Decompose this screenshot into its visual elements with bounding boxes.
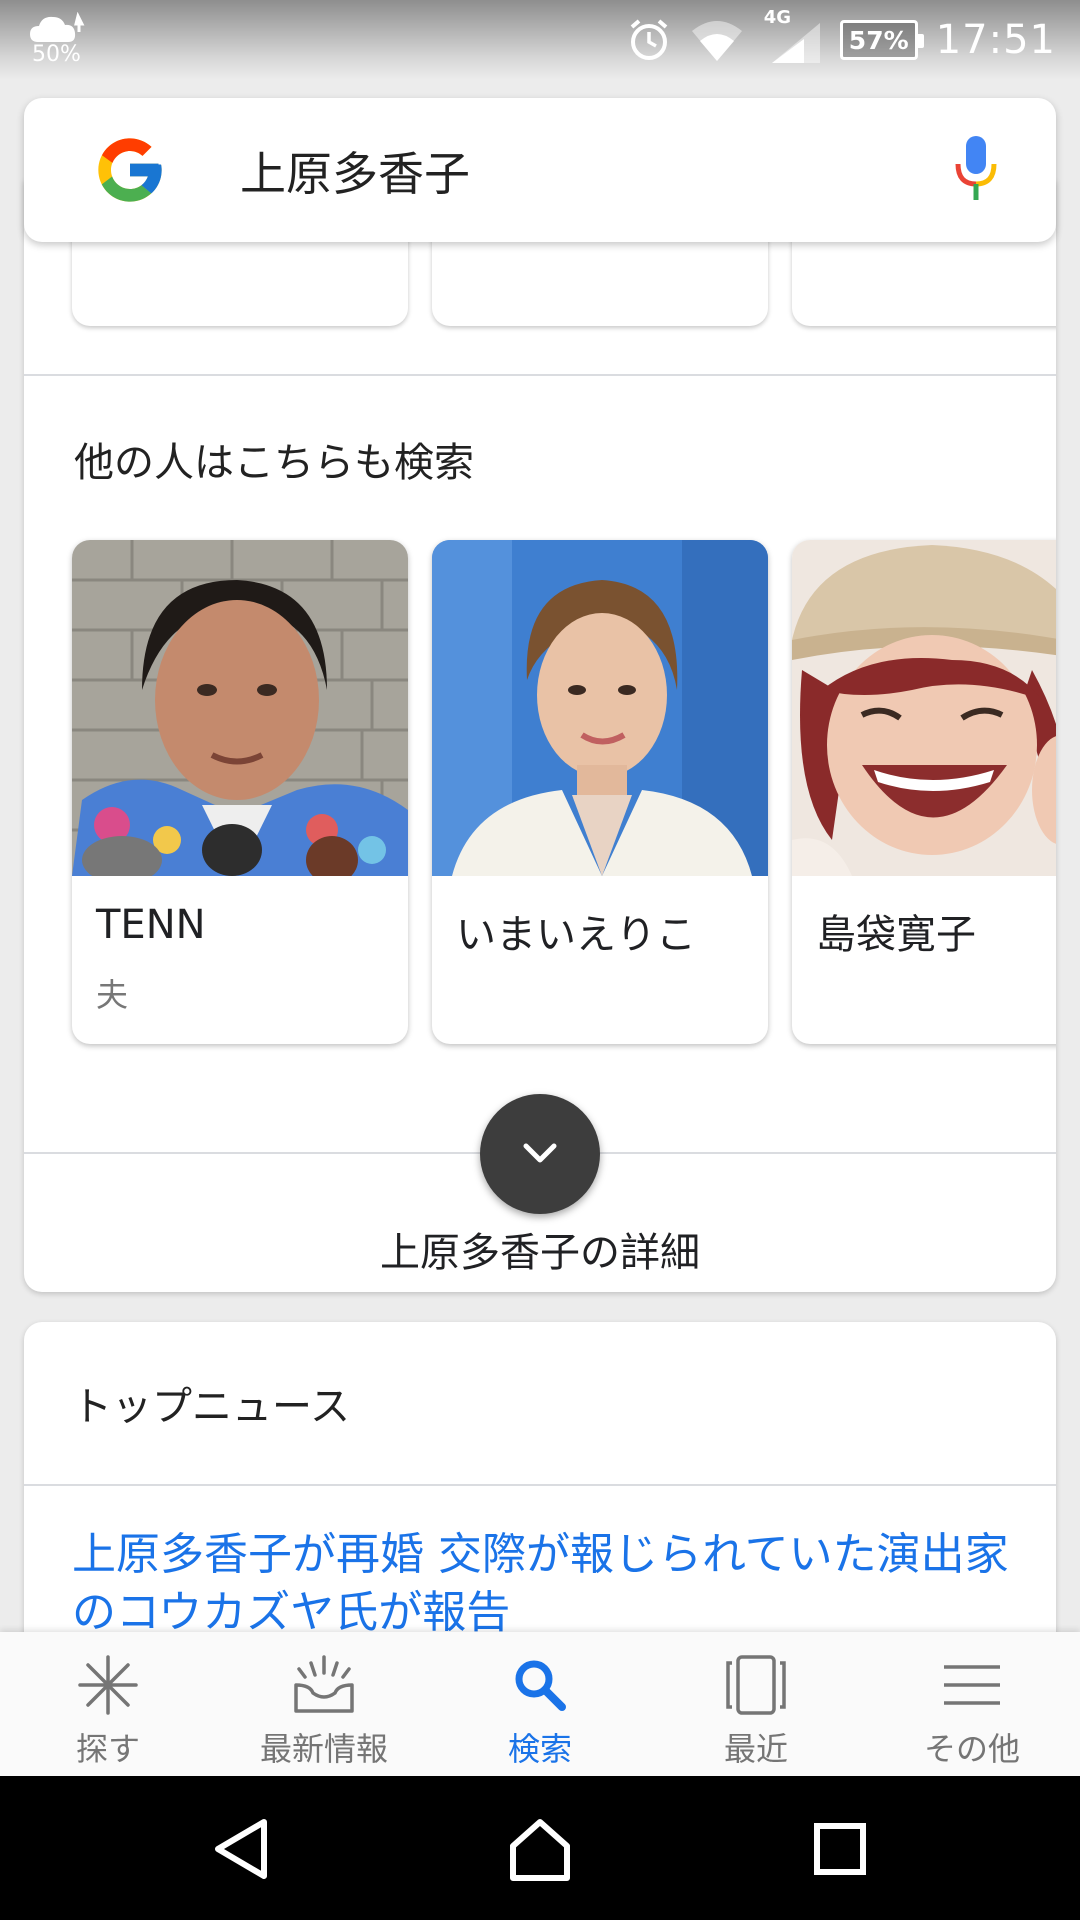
person-photo <box>72 540 408 876</box>
signal-icon <box>771 23 820 63</box>
nav-more[interactable]: その他 <box>864 1632 1080 1776</box>
related-people-carousel[interactable]: TENN 夫 いまいえりこ 島袋寛子 <box>72 540 1056 1046</box>
wifi-icon <box>691 21 742 61</box>
alarm-icon <box>630 19 668 60</box>
knowledge-panel-card: 他の人はこちらも検索 TENN 夫 いまいえりこ 島袋寛子 上原多香子の詳細 <box>24 180 1056 1292</box>
person-name: 島袋寛子 <box>816 912 976 958</box>
clock: 17:51 <box>935 17 1056 63</box>
overview-icon[interactable] <box>805 1814 875 1884</box>
person-card-tenn[interactable]: TENN 夫 <box>72 540 408 1044</box>
cell-signal: 4G <box>762 7 822 65</box>
recent-cards-icon <box>726 1655 786 1715</box>
weather-percent: 50% <box>32 42 81 67</box>
back-icon[interactable] <box>206 1814 276 1884</box>
bottom-navigation: 探す 最新情報 検索 最近 その他 <box>0 1632 1080 1776</box>
microphone-icon[interactable] <box>954 134 998 202</box>
person-card-shimabukuro-hiroko[interactable]: 島袋寛子 <box>792 540 1056 1044</box>
search-input[interactable]: 上原多香子 <box>240 138 470 204</box>
search-bar[interactable]: 上原多香子 <box>24 98 1056 242</box>
nav-recent[interactable]: 最近 <box>648 1632 864 1776</box>
asterisk-icon <box>78 1655 138 1715</box>
nav-label: 最新情報 <box>259 1730 388 1768</box>
nav-search[interactable]: 検索 <box>432 1632 648 1776</box>
person-relation: 夫 <box>96 976 129 1014</box>
news-headline-link[interactable]: 上原多香子が再婚 交際が報じられていた演出家のコウカズヤ氏が報告 <box>72 1526 1032 1642</box>
menu-icon <box>944 1665 1000 1705</box>
google-logo-icon <box>98 138 162 202</box>
expand-button[interactable] <box>480 1094 600 1214</box>
nav-label: 検索 <box>507 1730 572 1768</box>
person-name: TENN <box>96 902 206 948</box>
updates-tray-icon <box>294 1655 354 1713</box>
home-icon[interactable] <box>505 1814 575 1884</box>
chevron-down-icon <box>523 1143 557 1163</box>
battery-indicator: 57% <box>839 20 924 60</box>
details-link[interactable]: 上原多香子の詳細 <box>24 1220 1056 1278</box>
system-navigation-bar <box>0 1776 1080 1920</box>
top-news-title: トップニュース <box>72 1384 350 1430</box>
cloud-icon <box>30 11 85 42</box>
nav-label: 探す <box>75 1730 140 1768</box>
person-name: いまいえりこ <box>456 912 696 958</box>
divider <box>24 374 1056 376</box>
search-icon <box>515 1660 566 1711</box>
weather-indicator: 50% <box>28 11 98 67</box>
related-searches-title: 他の人はこちらも検索 <box>74 440 474 486</box>
person-photo <box>792 540 1056 876</box>
person-card-imai-eriko[interactable]: いまいえりこ <box>432 540 768 1044</box>
status-bar: 50% 4G 57% 17:51 <box>0 0 1080 80</box>
nav-explore[interactable]: 探す <box>0 1632 216 1776</box>
nav-label: 最近 <box>723 1730 788 1768</box>
nav-label: その他 <box>923 1730 1020 1768</box>
nav-updates[interactable]: 最新情報 <box>216 1632 432 1776</box>
person-photo <box>432 540 768 876</box>
divider <box>24 1484 1056 1486</box>
battery-percent: 57% <box>848 25 909 55</box>
